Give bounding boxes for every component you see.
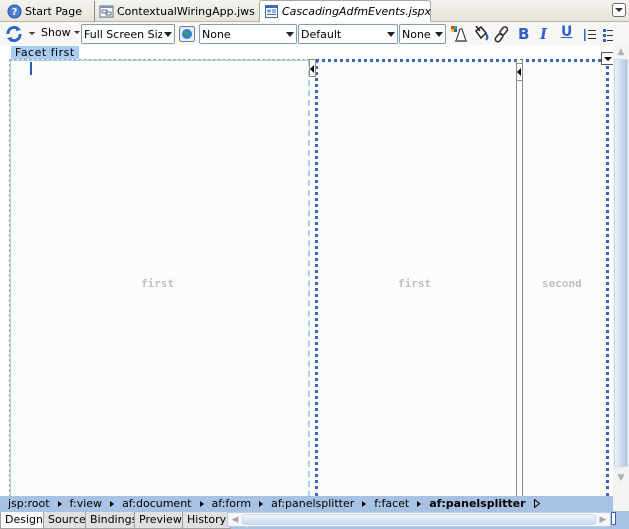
- collapse-left-icon: [517, 68, 521, 76]
- tab-list-dropdown[interactable]: [612, 3, 626, 17]
- breadcrumb-separator-icon: [362, 500, 367, 507]
- breadcrumb-item[interactable]: f:view: [70, 497, 103, 510]
- text-cursor: [30, 62, 32, 75]
- tab-source[interactable]: Source: [43, 512, 91, 529]
- chevron-down-icon: [284, 31, 296, 37]
- collapse-left-icon: [310, 65, 314, 73]
- screen-size-select[interactable]: Full Screen Size: [81, 24, 175, 44]
- tab-cascading-adfm-events[interactable]: CascadingAdfmEvents.jspx: [259, 0, 431, 22]
- tab-design[interactable]: Design: [0, 512, 48, 529]
- screen-size-value: Full Screen Size: [84, 27, 162, 41]
- fill-color-icon[interactable]: [472, 24, 490, 44]
- inner-splitter-handle[interactable]: [516, 63, 523, 81]
- breadcrumb-separator-icon: [417, 500, 422, 507]
- workspace-icon: [99, 4, 114, 19]
- breadcrumb-item-current[interactable]: af:panelsplitter: [429, 497, 525, 510]
- outer-splitter-handle[interactable]: [309, 59, 316, 77]
- style-class-select[interactable]: None: [199, 24, 297, 44]
- unordered-list-icon[interactable]: [603, 25, 613, 45]
- show-label: Show: [41, 26, 71, 39]
- chevron-down-icon: [615, 8, 623, 12]
- show-menu-button[interactable]: Show: [41, 26, 80, 39]
- breadcrumb-item[interactable]: af:form: [212, 497, 252, 510]
- help-icon: ?: [7, 4, 22, 19]
- breadcrumb-item[interactable]: af:panelsplitter: [271, 497, 354, 510]
- link-icon[interactable]: [493, 24, 511, 44]
- design-canvas[interactable]: Facet first first first second: [0, 45, 629, 498]
- editor-tab-strip: ? Start Page ContextualWiringApp.jws Cas…: [0, 0, 629, 22]
- breadcrumb-separator-icon: [259, 500, 264, 507]
- tab-contextual-wiring-app[interactable]: ContextualWiringApp.jws: [94, 1, 261, 22]
- svg-text:?: ?: [12, 7, 18, 18]
- breadcrumb-separator-icon: [57, 500, 62, 507]
- underline-icon[interactable]: U: [561, 24, 572, 40]
- style-class-value: None: [202, 27, 231, 41]
- inner-splitter-bar[interactable]: [516, 60, 523, 498]
- scroll-left-icon[interactable]: ◀: [228, 513, 242, 526]
- font-color-icon[interactable]: [450, 24, 468, 44]
- breadcrumb-item[interactable]: f:facet: [374, 497, 409, 510]
- chevron-down-icon: [73, 31, 80, 34]
- refresh-menu-caret-icon[interactable]: [29, 32, 35, 35]
- panel-placeholder: first: [141, 277, 175, 290]
- chevron-down-icon: [603, 56, 612, 61]
- design-toolbar: Show Full Screen Size None Default None …: [0, 22, 629, 45]
- font-family-select[interactable]: Default: [298, 24, 398, 44]
- breadcrumb-separator-icon: [110, 500, 115, 507]
- scroll-right-icon[interactable]: ▶: [596, 513, 610, 526]
- chevron-down-icon: [433, 31, 445, 37]
- jspx-page-icon: [264, 4, 279, 19]
- breadcrumb: jsp:root f:view af:document af:form af:p…: [0, 496, 613, 511]
- font-size-value: None: [402, 27, 431, 41]
- tab-label: Start Page: [25, 5, 82, 18]
- panel-placeholder: first: [398, 277, 432, 290]
- chevron-down-icon: [162, 31, 174, 37]
- refresh-icon[interactable]: [4, 24, 24, 44]
- scroll-down-icon[interactable]: ▼: [613, 471, 629, 485]
- panel-placeholder: second: [542, 277, 582, 290]
- tab-start-page[interactable]: ? Start Page: [3, 1, 88, 22]
- italic-icon[interactable]: I: [540, 25, 547, 43]
- scroll-up-icon[interactable]: ▲: [613, 45, 629, 59]
- breadcrumb-separator-icon: [199, 500, 204, 507]
- font-family-value: Default: [301, 27, 342, 41]
- breadcrumb-item[interactable]: af:document: [122, 497, 191, 510]
- bold-icon[interactable]: B: [518, 25, 529, 43]
- horizontal-scroll-thumb[interactable]: [242, 514, 596, 525]
- chevron-down-icon: [385, 31, 397, 37]
- font-size-select[interactable]: None: [399, 24, 446, 44]
- breadcrumb-children-icon[interactable]: [533, 499, 540, 508]
- vertical-scrollbar[interactable]: ▲ ▼: [613, 45, 629, 496]
- tab-label: ContextualWiringApp.jws: [117, 5, 255, 18]
- tab-label: CascadingAdfmEvents.jspx: [282, 5, 432, 18]
- tab-preview[interactable]: Preview: [134, 512, 187, 529]
- tab-history[interactable]: History: [182, 512, 232, 529]
- facet-label: Facet first: [11, 46, 79, 59]
- ordered-list-icon[interactable]: [583, 25, 597, 45]
- vertical-scroll-thumb[interactable]: [614, 59, 628, 467]
- scroll-corner: [613, 496, 629, 511]
- horizontal-scrollbar[interactable]: ◀ ▶: [227, 512, 611, 527]
- split-editor-handle[interactable]: [611, 512, 616, 525]
- breadcrumb-item[interactable]: jsp:root: [8, 497, 50, 510]
- preview-browser-icon[interactable]: [179, 24, 195, 44]
